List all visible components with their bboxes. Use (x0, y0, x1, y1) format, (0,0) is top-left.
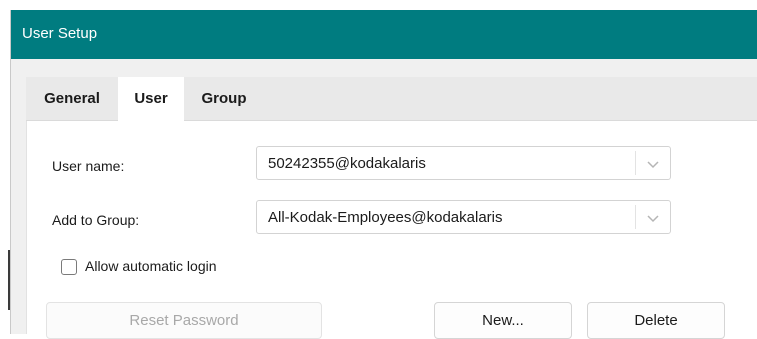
reset-password-button[interactable]: Reset Password (46, 302, 322, 339)
window-title: User Setup (22, 25, 98, 42)
tab-user[interactable]: User (118, 77, 184, 121)
tab-general[interactable]: General (26, 77, 118, 120)
user-tab-panel: User name: 50242355@kodakalaris Add to G… (26, 121, 757, 339)
chevron-down-icon[interactable] (645, 210, 661, 226)
allow-automatic-login-label[interactable]: Allow automatic login (85, 258, 217, 274)
user-name-combobox[interactable]: 50242355@kodakalaris (256, 146, 671, 180)
user-name-label: User name: (52, 158, 125, 174)
add-to-group-value: All-Kodak-Employees@kodakalaris (268, 209, 503, 226)
user-name-value: 50242355@kodakalaris (268, 155, 426, 172)
title-bar[interactable]: User Setup (11, 10, 757, 59)
combo-separator (635, 151, 636, 175)
combo-separator (635, 205, 636, 229)
user-setup-window: User Setup General User Group User name:… (10, 10, 757, 339)
new-button[interactable]: New... (434, 302, 572, 339)
add-to-group-combobox[interactable]: All-Kodak-Employees@kodakalaris (256, 200, 671, 234)
allow-automatic-login-checkbox[interactable] (61, 259, 77, 275)
chevron-down-icon[interactable] (645, 156, 661, 172)
tab-group[interactable]: Group (184, 77, 264, 120)
background-edge (0, 0, 10, 334)
delete-button[interactable]: Delete (587, 302, 725, 339)
add-to-group-label: Add to Group: (52, 212, 140, 228)
tab-strip: General User Group (26, 77, 757, 121)
